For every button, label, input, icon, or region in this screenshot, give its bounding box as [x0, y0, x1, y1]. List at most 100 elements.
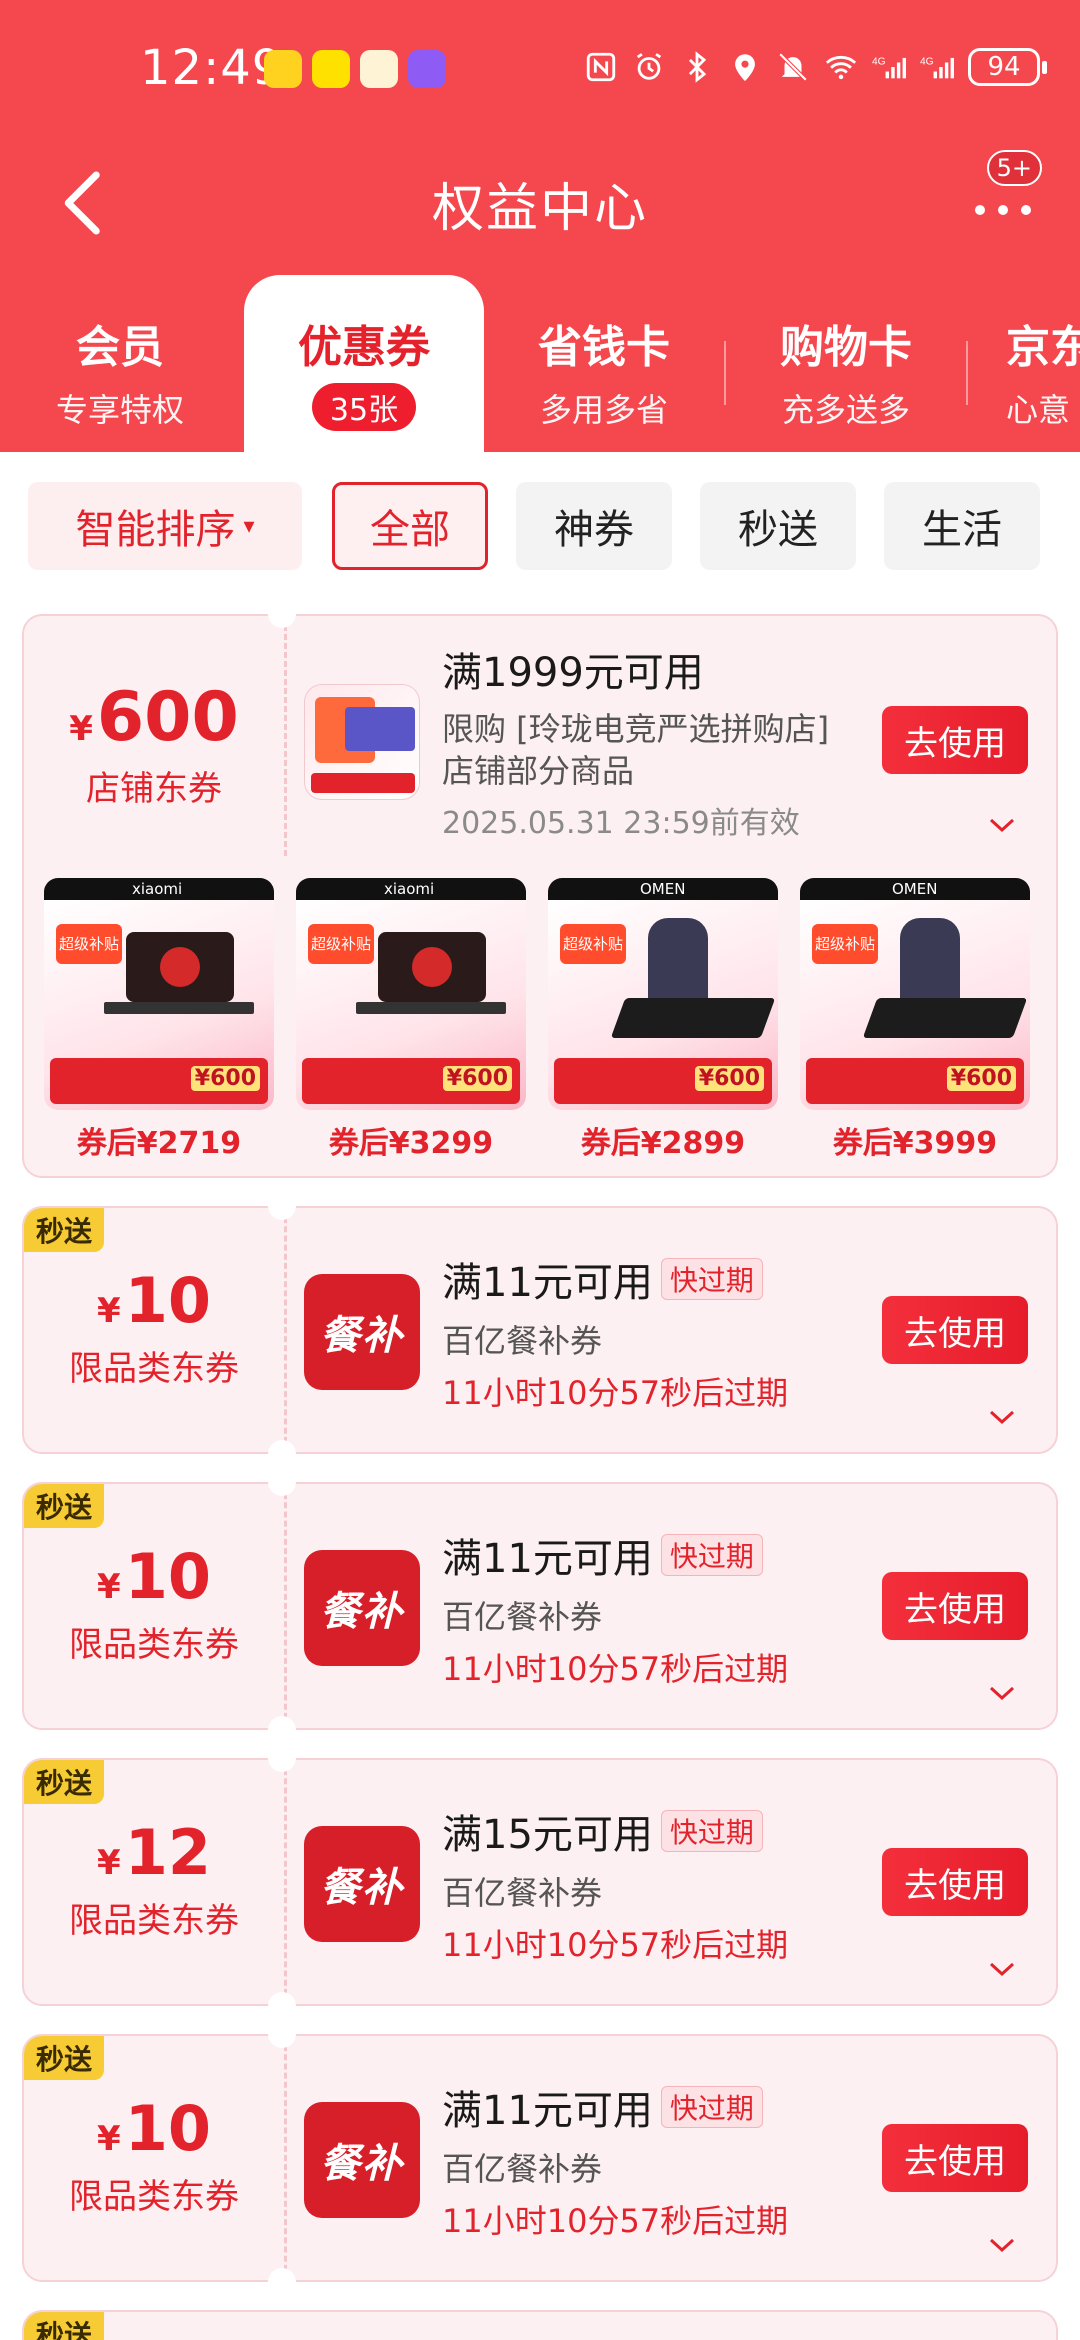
meal-subsidy-icon: 餐补: [304, 1274, 420, 1390]
coupon-subtitle: 百亿餐补券: [442, 2150, 603, 2188]
battery-indicator: 94: [968, 48, 1047, 86]
coupon-title: 满11元可用: [442, 2088, 653, 2134]
coupon-validity: 2025.05.31 23:59前有效: [442, 806, 800, 841]
laptop-icon: [345, 707, 415, 751]
product-brand-bar: xiaomi: [44, 878, 274, 900]
laptop-screen: [378, 932, 486, 1002]
notification-icons: [264, 50, 446, 88]
filter-chip-god-coupon[interactable]: 神券: [516, 482, 672, 570]
promo-strip: ¥600: [806, 1058, 1024, 1104]
coupon-card: 秒送 ¥10 限品类东券 餐补 满11元可用 快过期 百亿餐补券 11小时10分5…: [22, 1206, 1058, 1454]
sort-dropdown[interactable]: 智能排序 ▾: [28, 482, 302, 570]
tab-savings-card[interactable]: 省钱卡 多用多省: [484, 275, 724, 452]
filter-chip-all[interactable]: 全部: [332, 482, 488, 570]
product-item[interactable]: xiaomi 超级补贴 ¥600 券后¥2719: [44, 878, 274, 1162]
subsidy-banner: 超级补贴: [308, 924, 374, 964]
product-image: OMEN 超级补贴 ¥600: [800, 878, 1030, 1110]
meal-subsidy-icon: 餐补: [304, 2102, 420, 2218]
coupon-divider: [284, 1760, 287, 2004]
product-brand: xiaomi: [132, 880, 183, 898]
coupon-amount: 600: [96, 678, 239, 757]
coupon-notch: [268, 600, 296, 628]
filter-chip-life[interactable]: 生活: [884, 482, 1040, 570]
character-figure: [648, 918, 708, 1008]
message-count-badge: 5+: [986, 150, 1042, 186]
promo-strip: ¥600: [302, 1058, 520, 1104]
use-coupon-button[interactable]: 去使用: [882, 706, 1028, 774]
location-icon: [735, 54, 755, 82]
coupon-countdown: 11小时10分57秒后过期: [442, 1926, 789, 1964]
laptop-logo: [412, 947, 452, 987]
promo-amount: ¥600: [190, 1066, 260, 1091]
coupon-notch: [268, 1440, 296, 1468]
mute-icon: [778, 52, 808, 82]
nav-bar: 权益中心 5+: [0, 150, 1080, 260]
chevron-down-icon[interactable]: [988, 1684, 1016, 1702]
tab-subtitle: 多用多省: [539, 391, 668, 429]
nfc-icon: [586, 52, 616, 82]
product-brand-bar: xiaomi: [296, 878, 526, 900]
coupon-subtitle: 百亿餐补券: [442, 1322, 603, 1360]
filter-chip-instant-delivery[interactable]: 秒送: [700, 482, 856, 570]
status-bar: 12:49 4G 4G 94: [0, 0, 1080, 140]
chevron-down-icon[interactable]: [988, 2236, 1016, 2254]
product-brand-bar: OMEN: [548, 878, 778, 900]
expiring-tag: 快过期: [660, 2086, 763, 2128]
subsidy-banner: 超级补贴: [560, 924, 626, 964]
chevron-down-icon[interactable]: [988, 1408, 1016, 1426]
coupon-notch: [268, 1192, 296, 1220]
laptop-logo: [160, 947, 200, 987]
product-brand: xiaomi: [384, 880, 435, 898]
coupon-value: ¥12 限品类东券: [24, 1816, 284, 1942]
tab-title: 省钱卡: [538, 322, 670, 373]
alarm-icon: [636, 53, 662, 80]
cartoon-app-icon: [360, 50, 398, 88]
svg-text:4G: 4G: [872, 57, 886, 68]
tab-divider: [966, 341, 968, 405]
tab-title: 购物卡: [780, 322, 912, 373]
laptop-screen: [126, 932, 234, 1002]
coupon-card-partial: 秒送: [22, 2310, 1058, 2340]
laptop-base: [356, 1002, 506, 1014]
coupon-amount: 12: [124, 1816, 211, 1889]
product-price: 券后¥2899: [580, 1126, 746, 1161]
expiring-tag: 快过期: [660, 1258, 763, 1300]
product-item[interactable]: OMEN 超级补贴 ¥600 券后¥2899: [548, 878, 778, 1162]
coupon-countdown: 11小时10分57秒后过期: [442, 1374, 789, 1412]
tab-coupons[interactable]: 优惠券 35张: [244, 275, 484, 452]
promo-amount: ¥600: [442, 1066, 512, 1091]
store-product-thumbnail: [304, 684, 420, 800]
tab-subtitle: 心意: [1006, 391, 1071, 429]
product-list: xiaomi 超级补贴 ¥600 券后¥2719 xiaomi 超级补贴 ¥60…: [44, 878, 1040, 1161]
use-coupon-button[interactable]: 去使用: [882, 1848, 1028, 1916]
product-brand-bar: OMEN: [800, 878, 1030, 900]
tab-member[interactable]: 会员 专享特权: [0, 275, 240, 452]
coupon-scope-line1: 限购 [玲珑电竞严选拼购店]: [442, 710, 830, 748]
product-item[interactable]: xiaomi 超级补贴 ¥600 券后¥3299: [296, 878, 526, 1162]
bluetooth-icon: [688, 51, 707, 83]
tab-shopping-card[interactable]: 购物卡 充多送多: [726, 275, 966, 452]
coupon-divider: [284, 2036, 287, 2280]
tab-jd[interactable]: 京东 心意: [970, 275, 1080, 452]
weibo-icon: [264, 50, 302, 88]
use-coupon-button[interactable]: 去使用: [882, 2124, 1028, 2192]
filter-bar: 智能排序 ▾ 全部 神券 秒送 生活: [0, 452, 1080, 602]
coupon-title-row: 满11元可用 快过期: [442, 2078, 763, 2136]
subsidy-banner: 超级补贴: [56, 924, 122, 964]
use-coupon-button[interactable]: 去使用: [882, 1296, 1028, 1364]
promo-strip: ¥600: [50, 1058, 268, 1104]
product-brand: OMEN: [892, 880, 938, 898]
product-price: 券后¥3299: [328, 1126, 494, 1161]
coupon-subtitle: 百亿餐补券: [442, 1874, 603, 1912]
chevron-down-icon[interactable]: [988, 816, 1016, 834]
promo-amount: ¥600: [946, 1066, 1016, 1091]
chevron-down-icon[interactable]: [988, 1960, 1016, 1978]
product-item[interactable]: OMEN 超级补贴 ¥600 券后¥3999: [800, 878, 1030, 1162]
coupon-notch: [268, 1716, 296, 1744]
svg-text:4G: 4G: [920, 57, 934, 68]
header: 12:49 4G 4G 94 权益中心 5+ 会员 专享特权 优惠券 35张 省…: [0, 0, 1080, 452]
category-tabs: 会员 专享特权 优惠券 35张 省钱卡 多用多省 购物卡 充多送多 京东 心意: [0, 275, 1080, 452]
use-coupon-button[interactable]: 去使用: [882, 1572, 1028, 1640]
signal-4g-icon: 4G: [872, 57, 906, 79]
coupon-countdown: 11小时10分57秒后过期: [442, 2202, 789, 2240]
